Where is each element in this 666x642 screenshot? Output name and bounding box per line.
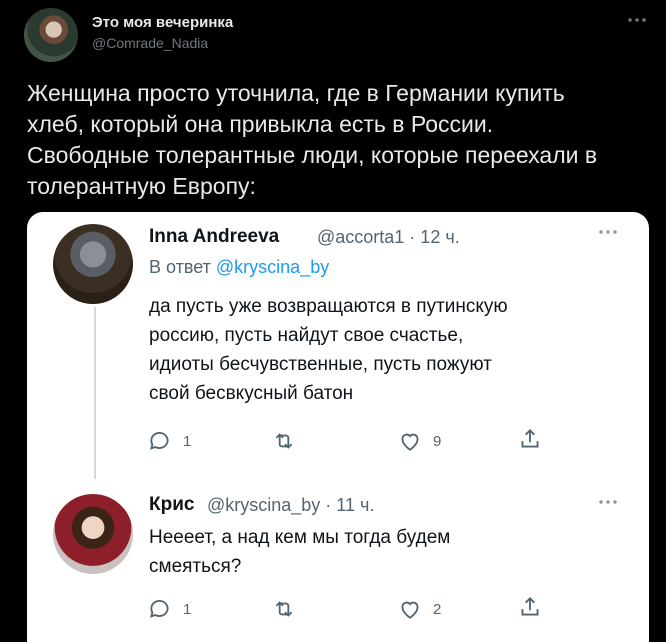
reply-body: Неееет, а над кем мы тогда будем смеятьс…	[149, 523, 629, 581]
reply-body-line: смеяться?	[149, 556, 242, 577]
reply-body: да пусть уже возвращаются в путинскую ро…	[149, 292, 629, 408]
reply-count: 1	[183, 600, 192, 618]
more-horizontal-icon[interactable]	[626, 14, 648, 26]
reply-body-line: россию, пусть найдут свое счастье,	[149, 325, 464, 346]
heart-icon	[401, 601, 419, 619]
reply-author-name: Inna Andreeva	[149, 226, 280, 247]
author-display-name[interactable]: Это моя вечеринка	[92, 14, 233, 31]
reply-to-line: В ответ @kryscina_by	[149, 257, 329, 278]
reply-to-prefix: В ответ	[149, 257, 211, 277]
reply-meta: @accorta1 · 12 ч.	[317, 227, 460, 247]
comment-icon	[149, 600, 169, 618]
share-action	[517, 426, 543, 452]
reply-body-line: Неееет, а над кем мы тогда будем	[149, 527, 451, 548]
comment-icon	[149, 432, 169, 450]
reply-avatar-cat	[53, 224, 133, 304]
tweet-text-line: Свободные толерантные люди, которые пере…	[27, 142, 598, 168]
tweet-text-line: Женщина просто уточнила, где в Германии …	[27, 80, 565, 106]
like-count: 2	[433, 600, 442, 618]
reply-body-line: свой бесвкусный батон	[149, 383, 354, 404]
reply-body-line: идиоты бесчувственные, пусть пожуют	[149, 354, 492, 375]
retweet-action	[271, 428, 297, 454]
share-action	[517, 594, 543, 620]
like-action: 9	[397, 428, 441, 454]
more-horizontal-icon	[597, 494, 619, 512]
author-handle[interactable]: @Comrade_Nadia	[92, 35, 208, 51]
reply-meta: @kryscina_by · 11 ч.	[207, 495, 375, 515]
heart-icon	[401, 433, 419, 451]
reply-author-name: Крис	[149, 494, 195, 515]
tweet-header: Это моя вечеринка @Comrade_Nadia	[0, 0, 666, 66]
tweet-text: Женщина просто уточнила, где в Германии …	[27, 78, 657, 202]
retweet-icon	[275, 601, 293, 617]
share-icon	[521, 597, 539, 616]
reply-avatar-woman	[53, 494, 133, 574]
retweet-action	[271, 596, 297, 622]
tweet-text-line: толерантную Европу:	[27, 173, 256, 199]
like-action: 2	[397, 596, 441, 622]
reply-action: 1	[147, 596, 191, 622]
thread-connector-line	[94, 307, 96, 479]
share-icon	[521, 429, 539, 448]
author-avatar[interactable]	[24, 8, 78, 62]
like-count: 9	[433, 432, 442, 450]
attached-screenshot-image[interactable]: Inna Andreeva @accorta1 · 12 ч. В ответ …	[27, 212, 649, 642]
reply-action: 1	[147, 428, 191, 454]
reply-to-handle: @kryscina_by	[215, 257, 330, 277]
reply-count: 1	[183, 432, 192, 450]
more-horizontal-icon	[597, 224, 619, 242]
tweet-text-line: хлеб, который она привыкла есть в России…	[27, 111, 494, 137]
retweet-icon	[275, 433, 293, 449]
reply-body-line: да пусть уже возвращаются в путинскую	[149, 296, 508, 317]
